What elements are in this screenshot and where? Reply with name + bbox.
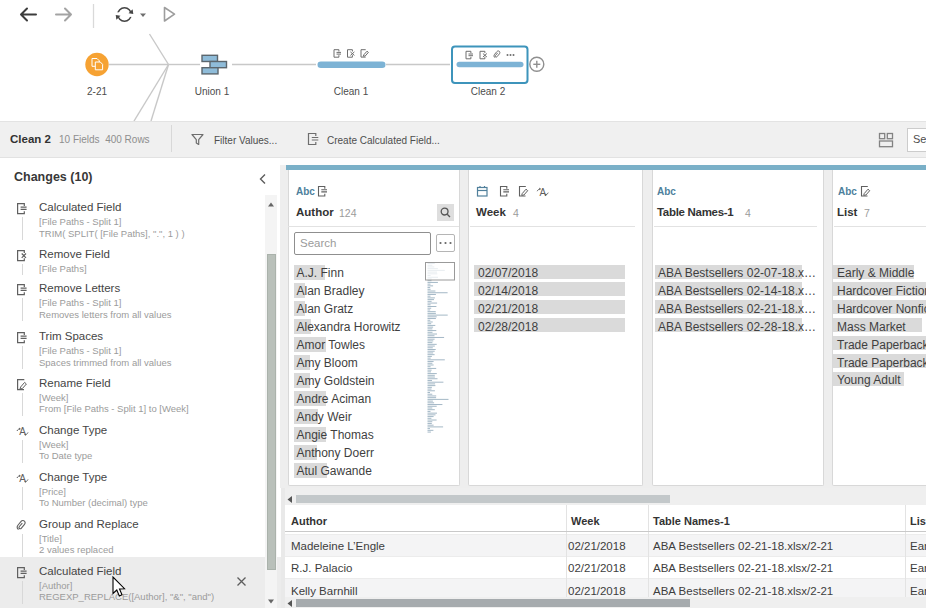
svg-text:A: A: [540, 187, 547, 198]
svg-text:A: A: [19, 426, 26, 437]
svg-text:A: A: [19, 473, 26, 484]
